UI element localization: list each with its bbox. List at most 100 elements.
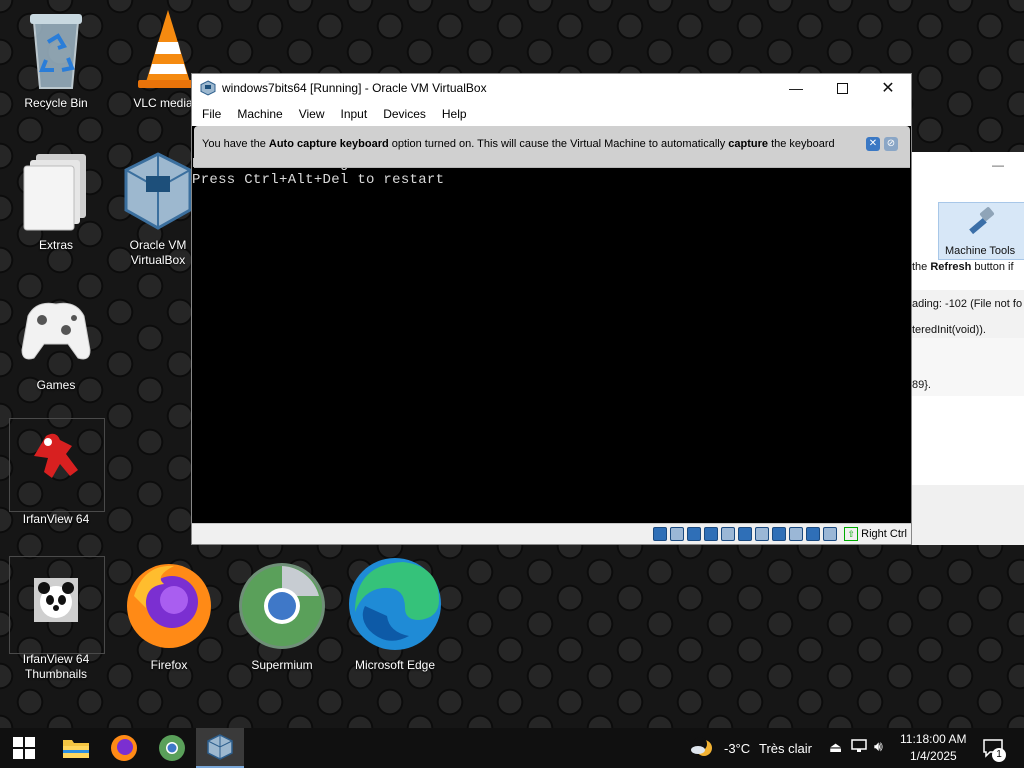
- desktop-icon-irfanview[interactable]: IrfanView 64: [6, 418, 106, 527]
- menu-view[interactable]: View: [291, 107, 333, 121]
- notice-text-mid: option turned on. This will cause the Vi…: [388, 138, 729, 150]
- clock-time[interactable]: 11:18:00 AM: [900, 732, 967, 746]
- virtualbox-icon: [207, 734, 233, 760]
- refresh-hint: the Refresh button if: [912, 261, 1014, 273]
- host-key-label: Right Ctrl: [861, 528, 907, 540]
- recycle-bin-label: Recycle Bin: [24, 96, 88, 110]
- vm-titlebar[interactable]: windows7bits64 [Running] - Oracle VM Vir…: [192, 74, 911, 102]
- windows-logo-icon: [13, 737, 35, 759]
- recording-icon[interactable]: [772, 527, 786, 541]
- virtualbox-manager-window[interactable]: — Machine Tools the Refresh button if ad…: [912, 152, 1024, 545]
- supermium-icon: [239, 556, 325, 654]
- taskbar-file-explorer[interactable]: [52, 728, 100, 768]
- notifications-count: 1: [992, 748, 1006, 762]
- error-line-1: ading: -102 (File not fo: [912, 298, 1023, 310]
- weather-description[interactable]: Très clair: [759, 741, 812, 756]
- maximize-icon: [836, 82, 848, 94]
- clock-date[interactable]: 1/4/2025: [910, 749, 957, 763]
- network-icon[interactable]: [704, 527, 718, 541]
- notice-text-bold2: capture: [728, 138, 769, 150]
- minimize-button[interactable]: —: [773, 74, 819, 102]
- weather-temp[interactable]: -3°C: [724, 741, 750, 756]
- desktop-icon-supermium[interactable]: Supermium: [232, 556, 332, 673]
- irfanview-thumbnails-label: IrfanView 64 Thumbnails: [22, 652, 90, 681]
- auto-capture-notice: You have the Auto capture keyboard optio…: [194, 126, 910, 168]
- virtualbox-icon: [118, 148, 198, 234]
- desktop-icon-irfanview-thumbnails[interactable]: IrfanView 64 Thumbnails: [6, 556, 106, 682]
- irfanview-label: IrfanView 64: [22, 512, 90, 526]
- mouse-integration-icon[interactable]: [806, 527, 820, 541]
- volume-tray-icon[interactable]: 🔊︎: [874, 738, 883, 755]
- menu-file[interactable]: File: [194, 107, 229, 121]
- status-icons: [653, 527, 837, 541]
- error-line-2: teredInit(void)).: [912, 324, 986, 336]
- taskbar-virtualbox-vm[interactable]: [196, 728, 244, 768]
- minimize-icon: —: [789, 80, 803, 96]
- optical-drive-icon[interactable]: [670, 527, 684, 541]
- details-band: [912, 485, 1024, 545]
- vm-window[interactable]: windows7bits64 [Running] - Oracle VM Vir…: [191, 73, 912, 545]
- error-line-3: 89}.: [912, 379, 931, 391]
- desktop-icon-games[interactable]: Games: [6, 288, 106, 393]
- usb-icon[interactable]: [721, 527, 735, 541]
- refresh-hint-bold: Refresh: [930, 261, 972, 273]
- supermium-label: Supermium: [251, 658, 313, 672]
- notice-close-icon[interactable]: ✕: [866, 137, 880, 151]
- irfanview-cat-icon: [16, 418, 96, 508]
- network-tray-icon[interactable]: [850, 738, 868, 757]
- vm-statusbar: ⇧ Right Ctrl: [192, 523, 911, 544]
- taskbar-firefox[interactable]: [100, 728, 148, 768]
- vm-menubar: File Machine View Input Devices Help: [192, 102, 911, 126]
- supermium-icon: [159, 735, 185, 761]
- console-line-2: Press Ctrl+Alt+Del to restart: [192, 172, 445, 188]
- taskbar-supermium[interactable]: [148, 728, 196, 768]
- host-key-icon: ⇧: [844, 527, 859, 541]
- refresh-hint-pre: the: [912, 261, 931, 273]
- close-button[interactable]: ✕: [865, 74, 911, 102]
- firefox-label: Firefox: [150, 658, 188, 672]
- desktop-icon-firefox[interactable]: Firefox: [119, 556, 219, 673]
- desktop-icon-recycle-bin[interactable]: Recycle Bin: [6, 6, 106, 111]
- edge-icon: [349, 556, 441, 654]
- notice-text-post: the keyboard: [768, 138, 835, 150]
- folder-icon: [16, 148, 96, 234]
- close-icon: ✕: [881, 80, 895, 97]
- audio-icon[interactable]: [687, 527, 701, 541]
- notice-text-bold1: Auto capture keyboard: [268, 138, 389, 150]
- display-icon[interactable]: [755, 527, 769, 541]
- shared-folders-icon[interactable]: [738, 527, 752, 541]
- taskbar: -3°C Très clair ⏏ 🔊︎ 11:18:00 AM 1/4/202…: [0, 728, 1024, 768]
- firefox-icon: [111, 735, 137, 761]
- games-label: Games: [36, 378, 76, 392]
- vm-window-title: windows7bits64 [Running] - Oracle VM Vir…: [222, 81, 487, 95]
- maximize-button[interactable]: [819, 74, 865, 102]
- keyboard-capture-icon[interactable]: [823, 527, 837, 541]
- menu-input[interactable]: Input: [333, 107, 376, 121]
- desktop-icon-virtualbox[interactable]: Oracle VM VirtualBox: [118, 148, 198, 268]
- minimize-icon[interactable]: —: [992, 158, 1004, 172]
- menu-help[interactable]: Help: [434, 107, 475, 121]
- cpu-icon[interactable]: [789, 527, 803, 541]
- desktop-icon-edge[interactable]: Microsoft Edge: [345, 556, 445, 673]
- gamepad-icon: [16, 288, 96, 374]
- start-button[interactable]: [0, 728, 48, 768]
- machine-tools-label: Machine Tools: [945, 245, 1016, 257]
- usb-tray-icon[interactable]: ⏏: [829, 739, 842, 756]
- machine-tools-button[interactable]: Machine Tools: [938, 202, 1024, 260]
- virtualbox-app-icon: [200, 80, 216, 96]
- notice-text-pre: You have the: [202, 138, 269, 150]
- edge-label: Microsoft Edge: [354, 658, 436, 672]
- extras-label: Extras: [38, 238, 73, 252]
- desktop-icon-extras[interactable]: Extras: [6, 148, 106, 253]
- hammer-icon: [969, 207, 994, 235]
- host-key-indicator[interactable]: ⇧ Right Ctrl: [844, 527, 907, 541]
- notice-dont-show-icon[interactable]: ⊘: [884, 137, 898, 151]
- menu-machine[interactable]: Machine: [229, 107, 290, 121]
- vm-display[interactable]: BOOTMGR is missing Press Ctrl+Alt+Del to…: [192, 126, 911, 524]
- manager-titlebar: —: [912, 152, 1024, 180]
- menu-devices[interactable]: Devices: [375, 107, 434, 121]
- weather-icon[interactable]: [690, 736, 714, 761]
- hard-disk-icon[interactable]: [653, 527, 667, 541]
- panda-icon: [16, 556, 96, 648]
- refresh-hint-post: button if: [971, 261, 1014, 273]
